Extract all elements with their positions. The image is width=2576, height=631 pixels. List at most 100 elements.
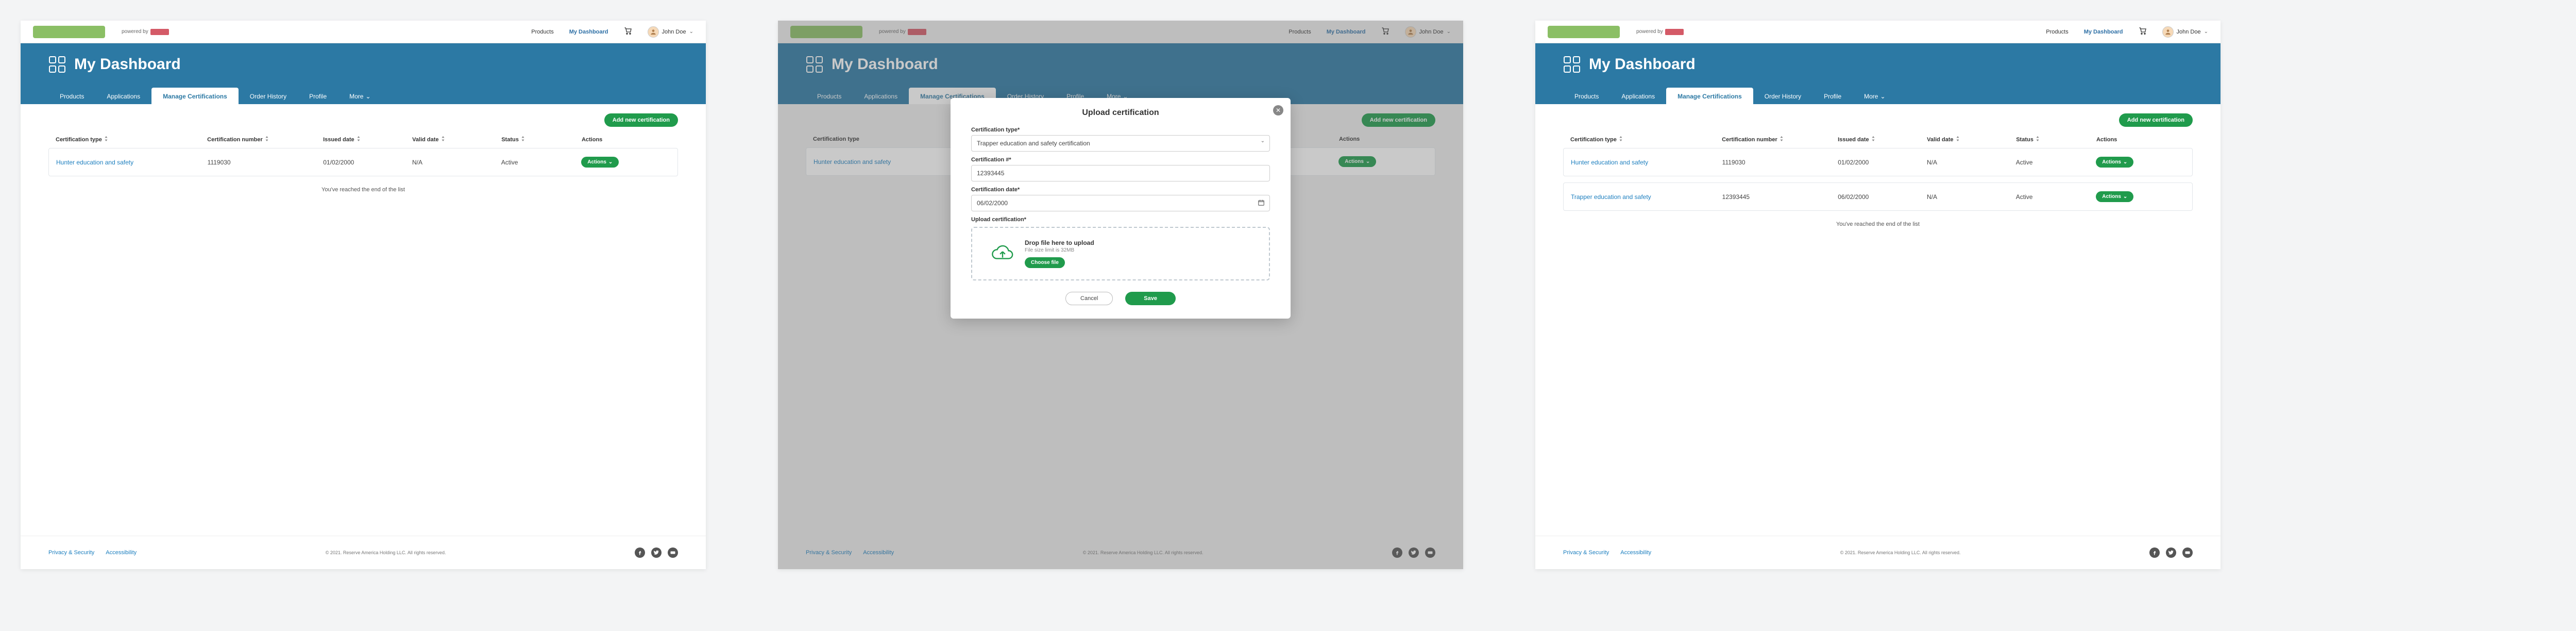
avatar-icon (2162, 26, 2174, 38)
cert-type-link[interactable]: Hunter education and safety (56, 159, 208, 166)
chevron-down-icon: ⌄ (689, 29, 693, 35)
sort-icon (265, 136, 269, 143)
powered-by-label: powered by (122, 29, 148, 35)
tab-order-history[interactable]: Order History (1753, 88, 1812, 104)
save-button[interactable]: Save (1125, 292, 1176, 305)
col-valid[interactable]: Valid date (1927, 136, 2016, 143)
footer-accessibility-link[interactable]: Accessibility (106, 550, 137, 556)
tab-profile[interactable]: Profile (1812, 88, 1853, 104)
cert-type-link[interactable]: Hunter education and safety (1571, 159, 1722, 166)
footer-privacy-link[interactable]: Privacy & Security (48, 550, 94, 556)
nav-dashboard-link[interactable]: My Dashboard (2084, 29, 2123, 35)
tab-order-history[interactable]: Order History (239, 88, 298, 104)
user-menu[interactable]: John Doe ⌄ (2162, 26, 2208, 38)
tab-certifications[interactable]: Manage Certifications (151, 88, 239, 104)
tab-products[interactable]: Products (1563, 88, 1610, 104)
cert-type-label: Certification type* (971, 127, 1270, 133)
choose-file-button[interactable]: Choose file (1025, 257, 1065, 268)
modal-overlay[interactable]: ✕ Upload certification Certification typ… (778, 21, 1463, 569)
cancel-button[interactable]: Cancel (1065, 292, 1113, 305)
cart-icon[interactable] (2139, 27, 2147, 37)
sort-icon (441, 136, 445, 143)
col-issued[interactable]: Issued date (1838, 136, 1927, 143)
screen-upload-modal: powered by Products My Dashboard John Do… (778, 21, 1463, 569)
nav-dashboard-link[interactable]: My Dashboard (569, 29, 608, 35)
header-band: My Dashboard Products Applications Manag… (21, 43, 706, 104)
certifications-table: Certification type Certification number … (48, 136, 678, 182)
col-actions: Actions (2096, 137, 2185, 143)
col-type[interactable]: Certification type (1570, 136, 1722, 143)
user-menu[interactable]: John Doe ⌄ (648, 26, 693, 38)
col-number[interactable]: Certification number (207, 136, 323, 143)
tab-more[interactable]: More⌄ (338, 88, 382, 104)
cart-icon[interactable] (624, 27, 632, 37)
chevron-down-icon: ⌄ (608, 159, 613, 165)
tab-applications[interactable]: Applications (1610, 88, 1666, 104)
top-bar: powered by Products My Dashboard John Do… (21, 21, 706, 43)
col-issued[interactable]: Issued date (323, 136, 412, 143)
powered-by: powered by (122, 29, 169, 35)
close-icon[interactable]: ✕ (1273, 105, 1283, 115)
tab-bar: Products Applications Manage Certificati… (48, 88, 678, 104)
cert-status: Active (501, 159, 581, 166)
table-header: Certification type Certification number … (48, 136, 678, 148)
col-status[interactable]: Status (501, 136, 582, 143)
add-new-certification-button[interactable]: Add new certification (2119, 113, 2193, 127)
twitter-icon[interactable] (651, 547, 662, 558)
cloud-upload-icon (984, 244, 1014, 263)
cert-date-input[interactable] (971, 195, 1270, 211)
screen-manage-certs-two-rows: powered by Products My Dashboard John Do… (1535, 21, 2221, 569)
cert-valid: N/A (412, 159, 501, 166)
row-actions-button[interactable]: Actions⌄ (2096, 191, 2133, 202)
file-dropzone[interactable]: Drop file here to upload File size limit… (971, 227, 1270, 280)
tab-products[interactable]: Products (48, 88, 95, 104)
sort-icon (1780, 136, 1784, 143)
table-header: Certification type Certification number … (1563, 136, 2193, 148)
col-status[interactable]: Status (2016, 136, 2096, 143)
facebook-icon[interactable] (635, 547, 645, 558)
footer-privacy-link[interactable]: Privacy & Security (1563, 550, 1609, 556)
dashboard-grid-icon (1563, 56, 1581, 73)
footer-accessibility-link[interactable]: Accessibility (1620, 550, 1651, 556)
twitter-icon[interactable] (2166, 547, 2176, 558)
youtube-icon[interactable] (668, 547, 678, 558)
facebook-icon[interactable] (2149, 547, 2160, 558)
col-valid[interactable]: Valid date (412, 136, 501, 143)
nav-products-link[interactable]: Products (2046, 29, 2068, 35)
upload-certification-modal: ✕ Upload certification Certification typ… (951, 98, 1291, 319)
col-number[interactable]: Certification number (1722, 136, 1838, 143)
tab-more[interactable]: More⌄ (1853, 88, 1896, 104)
cert-type-select[interactable]: Trapper education and safety certificati… (971, 135, 1270, 152)
modal-title: Upload certification (971, 108, 1270, 118)
vendor-logo (150, 29, 169, 35)
dropzone-main-text: Drop file here to upload (1025, 239, 1094, 246)
powered-by: powered by (1636, 29, 1684, 35)
footer-copyright: © 2021. Reserve America Holding LLC. All… (137, 550, 635, 555)
cert-type-link[interactable]: Trapper education and safety (1571, 193, 1722, 201)
avatar-icon (648, 26, 659, 38)
cert-number-input[interactable] (971, 165, 1270, 181)
col-type[interactable]: Certification type (56, 136, 207, 143)
dropzone-sub-text: File size limit is 32MB (1025, 247, 1094, 253)
cert-number: 1119030 (208, 159, 324, 166)
sort-icon (104, 136, 108, 143)
end-of-list: You've reached the end of the list (1563, 221, 2193, 227)
sort-icon (357, 136, 361, 143)
sort-icon (1956, 136, 1960, 143)
row-actions-button[interactable]: Actions⌄ (581, 157, 619, 168)
table-row: Trapper education and safety 12393445 06… (1563, 182, 2193, 211)
cert-number-label: Certification #* (971, 157, 1270, 163)
add-new-certification-button[interactable]: Add new certification (604, 113, 678, 127)
state-logo-placeholder (1548, 26, 1620, 38)
row-actions-button[interactable]: Actions⌄ (2096, 157, 2133, 168)
nav-products-link[interactable]: Products (531, 29, 553, 35)
tab-applications[interactable]: Applications (95, 88, 151, 104)
screen-manage-certs-single: powered by Products My Dashboard John Do… (21, 21, 706, 569)
dashboard-grid-icon (48, 56, 66, 73)
tab-certifications[interactable]: Manage Certifications (1666, 88, 1753, 104)
footer: Privacy & Security Accessibility © 2021.… (1535, 536, 2221, 569)
youtube-icon[interactable] (2182, 547, 2193, 558)
tab-profile[interactable]: Profile (298, 88, 338, 104)
top-bar: powered by Products My Dashboard John Do… (1535, 21, 2221, 43)
chevron-down-icon: ⌄ (2204, 29, 2208, 35)
